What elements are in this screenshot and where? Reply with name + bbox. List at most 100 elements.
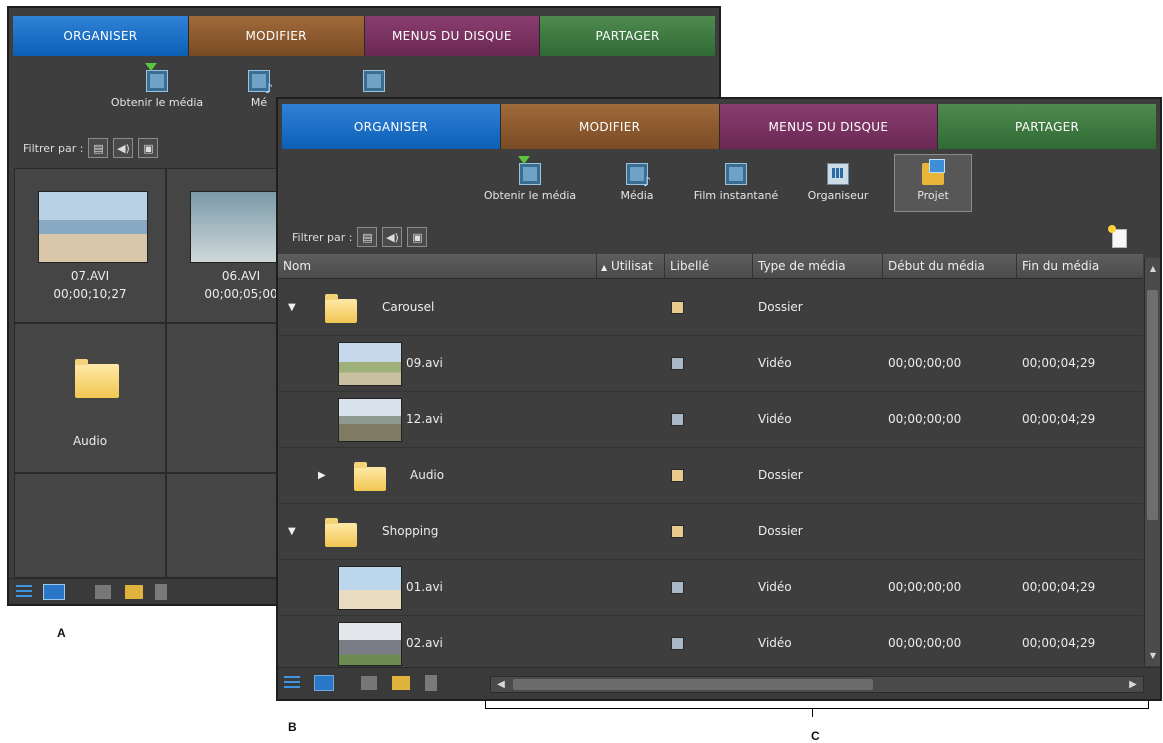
column-type-media[interactable]: Type de média — [752, 254, 882, 278]
trash-icon[interactable] — [425, 675, 437, 691]
filter-image-icon[interactable]: ▣ — [407, 227, 428, 247]
front-tab-bar: ORGANISER MODIFIER MENUS DU DISQUE PARTA… — [282, 104, 1156, 149]
tool-label: Organiseur — [807, 189, 869, 202]
media-list: ▼ Carousel Dossier 09.avi Vidéo 00;00;00… — [278, 280, 1143, 666]
back-tool-label: Mé — [250, 96, 268, 109]
grid-view-icon[interactable] — [314, 675, 334, 691]
new-item-icon[interactable] — [1108, 225, 1127, 248]
scroll-up-icon[interactable]: ▲ — [1145, 264, 1161, 273]
list-row-video[interactable]: 01.avi Vidéo 00;00;00;00 00;00;04;29 — [278, 560, 1143, 616]
expand-open-icon[interactable]: ▼ — [288, 526, 296, 537]
tool-obtenir-media[interactable]: Obtenir le média — [474, 156, 586, 202]
horizontal-scrollbar[interactable]: ◀ ▶ — [490, 676, 1144, 693]
tool-projet[interactable]: Projet — [894, 154, 972, 212]
tool-media[interactable]: Média — [612, 163, 662, 202]
filter-video-icon[interactable]: ▤ — [357, 227, 378, 247]
back-tab-bar: ORGANISER MODIFIER MENUS DU DISQUE PARTA… — [13, 16, 715, 56]
back-tab-menus-disque[interactable]: MENUS DU DISQUE — [364, 16, 541, 56]
new-folder-icon[interactable] — [125, 585, 143, 599]
filter-image-icon[interactable]: ▣ — [138, 138, 159, 158]
folder-icon — [325, 518, 357, 547]
list-view-icon[interactable] — [16, 585, 32, 599]
vertical-scrollbar[interactable]: ▲ ▼ — [1144, 258, 1160, 666]
list-row-video[interactable]: 02.avi Vidéo 00;00;00;00 00;00;04;29 — [278, 616, 1143, 666]
instant-movie-icon — [725, 163, 747, 185]
column-utilisation[interactable]: ▲ Utilisat — [596, 254, 664, 278]
row-start: 00;00;00;00 — [888, 356, 962, 370]
grid-item-duration: 00;00;05;00 — [204, 287, 278, 301]
filter-audio-icon[interactable]: ◀) — [382, 227, 403, 247]
caption-c-bracket — [485, 700, 1149, 709]
column-debut-media[interactable]: Début du média — [882, 254, 1016, 278]
list-row-folder[interactable]: ▶ Audio Dossier — [278, 448, 1143, 504]
back-grid-empty — [166, 323, 286, 473]
back-tool-instant-movie[interactable] — [359, 70, 389, 96]
row-name: Shopping — [382, 524, 439, 538]
front-tab-menus-disque[interactable]: MENUS DU DISQUE — [719, 104, 939, 149]
front-tab-partager[interactable]: PARTAGER — [938, 104, 1156, 149]
list-row-video[interactable]: 09.avi Vidéo 00;00;00;00 00;00;04;29 — [278, 336, 1143, 392]
row-name: 12.avi — [406, 412, 443, 426]
back-grid-item-07[interactable]: 07.AVI 00;00;10;27 — [14, 168, 166, 323]
media-icon — [626, 163, 651, 190]
back-tab-modifier[interactable]: MODIFIER — [188, 16, 365, 56]
get-media-icon — [518, 156, 541, 185]
column-header-bar: Nom ▲ Utilisat Libellé Type de média Déb… — [278, 254, 1143, 279]
label-swatch[interactable] — [671, 469, 684, 482]
column-nom[interactable]: Nom — [278, 254, 596, 278]
expand-open-icon[interactable]: ▼ — [288, 302, 296, 313]
label-swatch[interactable] — [671, 637, 684, 650]
front-project-panel: ORGANISER MODIFIER MENUS DU DISQUE PARTA… — [276, 97, 1162, 701]
video-thumbnail — [338, 566, 402, 610]
back-tool-obtenir-media[interactable]: Obtenir le média — [102, 63, 212, 109]
label-swatch[interactable] — [671, 301, 684, 314]
list-row-video[interactable]: 12.avi Vidéo 00;00;00;00 00;00;04;29 — [278, 392, 1143, 448]
back-filter-label: Filtrer par : — [23, 141, 84, 155]
horizontal-scroll-thumb[interactable] — [513, 679, 873, 690]
front-tab-organiser[interactable]: ORGANISER — [282, 104, 501, 149]
scroll-right-icon[interactable]: ▶ — [1125, 679, 1141, 690]
tool-film-instantane[interactable]: Film instantané — [686, 163, 786, 202]
list-row-folder[interactable]: ▼ Shopping Dossier — [278, 504, 1143, 560]
row-name: Carousel — [382, 300, 435, 314]
tool-organiseur[interactable]: Organiseur — [796, 163, 880, 202]
tool-label: Film instantané — [693, 189, 779, 202]
back-grid-item-audio[interactable]: Audio — [14, 323, 166, 473]
grid-item-name: 06.AVI — [221, 269, 261, 283]
expand-closed-icon[interactable]: ▶ — [318, 470, 326, 481]
trash-icon[interactable] — [155, 584, 167, 600]
back-grid-item-06[interactable]: 06.AVI 00;00;05;00 — [166, 168, 286, 323]
organizer-icon — [827, 163, 849, 185]
media-icon — [248, 70, 273, 97]
instant-movie-icon — [363, 70, 385, 92]
filter-video-icon[interactable]: ▤ — [88, 138, 109, 158]
back-tab-organiser[interactable]: ORGANISER — [13, 16, 189, 56]
move-icon[interactable] — [361, 676, 377, 690]
front-tab-modifier[interactable]: MODIFIER — [500, 104, 720, 149]
scroll-down-icon[interactable]: ▼ — [1145, 651, 1161, 660]
label-swatch[interactable] — [671, 581, 684, 594]
column-fin-media[interactable]: Fin du média — [1016, 254, 1143, 278]
filter-audio-icon[interactable]: ◀) — [113, 138, 134, 158]
vertical-scroll-thumb[interactable] — [1147, 290, 1158, 520]
column-libelle[interactable]: Libellé — [664, 254, 752, 278]
filter-bar: Filtrer par : ▤ ◀) ▣ — [292, 227, 428, 247]
label-swatch[interactable] — [671, 525, 684, 538]
grid-item-name: 07.AVI — [70, 269, 110, 283]
label-swatch[interactable] — [671, 357, 684, 370]
bottom-bar: ◀ ▶ — [278, 667, 1160, 699]
new-folder-icon[interactable] — [392, 676, 410, 690]
row-type: Dossier — [758, 524, 803, 538]
row-type: Dossier — [758, 300, 803, 314]
list-view-icon[interactable] — [284, 676, 300, 690]
grid-view-icon[interactable] — [43, 584, 65, 600]
back-grid-empty — [166, 473, 286, 578]
back-tool-media[interactable]: Mé — [239, 70, 279, 109]
scroll-left-icon[interactable]: ◀ — [493, 679, 509, 690]
move-icon[interactable] — [95, 585, 111, 599]
back-tab-partager[interactable]: PARTAGER — [540, 16, 715, 56]
caption-a: A — [57, 626, 66, 640]
list-row-folder[interactable]: ▼ Carousel Dossier — [278, 280, 1143, 336]
column-utilisation-label: Utilisat — [610, 259, 653, 273]
label-swatch[interactable] — [671, 413, 684, 426]
